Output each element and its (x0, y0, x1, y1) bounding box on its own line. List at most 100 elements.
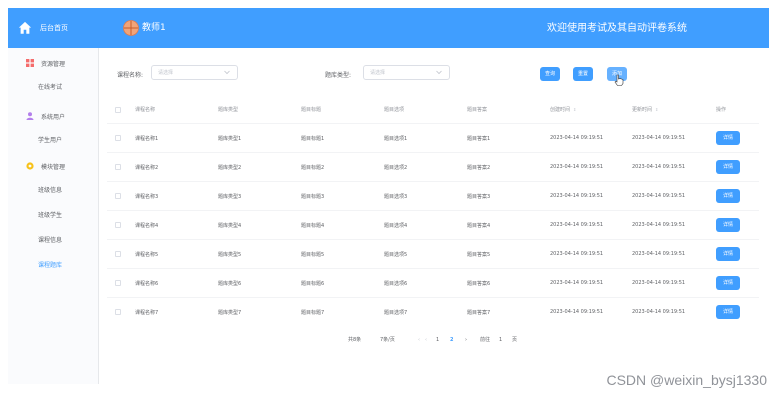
sidebar-item-course-info[interactable]: 课程信息 (8, 234, 99, 248)
sidebar-item-class-info[interactable]: 班级信息 (8, 184, 99, 198)
cell-options: 题目选项7 (384, 309, 408, 316)
cell-type: 题库类型5 (218, 251, 242, 258)
row-checkbox[interactable] (115, 164, 121, 170)
cell-actions: 详情 (716, 153, 740, 181)
question-type-label: 题库类型: (325, 72, 352, 79)
detail-button[interactable]: 详情 (716, 189, 740, 203)
detail-button[interactable]: 详情 (716, 160, 740, 174)
sidebar-item-question-bank[interactable]: 课程题库 (8, 259, 99, 273)
cell-title: 题目标题3 (301, 193, 325, 200)
home-link[interactable]: 后台首页 (8, 8, 99, 48)
table-row: 课程名称4 题库类型4 题目标题4 题目选项4 题目答案4 2023-04-14 09:1… (107, 210, 759, 239)
detail-button[interactable]: 详情 (716, 276, 740, 290)
sidebar: 后台首页 资源管理 在线考试 系统用户 学生用户 模块管理 班级信息 班级学生 … (8, 8, 99, 384)
search-bar: 课程名称: 请选择 题库类型: 请选择 查询 重置 添加 (99, 48, 769, 88)
table-header: 课程名称 题库类型 题目标题 题目选项 题目答案 创建时间 ⇕ 更新时间 ⇕ 操作 (107, 96, 759, 123)
total-count: 共8条 (348, 337, 362, 343)
col-title: 题目标题 (301, 107, 322, 113)
gear-icon (26, 162, 34, 170)
sidebar-item-class-students[interactable]: 班级学生 (8, 209, 99, 223)
chevron-down-icon (224, 70, 230, 75)
course-name-placeholder: 请选择 (158, 70, 174, 76)
cell-options: 题目选项1 (384, 135, 408, 142)
cell-created: 2023-04-14 09:19:51 (550, 135, 604, 141)
col-answer: 题目答案 (467, 107, 488, 113)
menu-title-label: 资源管理 (41, 60, 66, 68)
cell-created: 2023-04-14 09:19:51 (550, 193, 604, 199)
cell-type: 题库类型1 (218, 135, 242, 142)
row-checkbox[interactable] (115, 222, 121, 228)
cell-answer: 题目答案5 (467, 251, 491, 258)
menu-group-users: 系统用户 学生用户 (8, 109, 99, 148)
cell-options: 题目选项5 (384, 251, 408, 258)
cell-type: 题库类型3 (218, 193, 242, 200)
user-name: 教师1 (142, 23, 166, 33)
col-type: 题库类型 (218, 107, 239, 113)
row-checkbox[interactable] (115, 309, 121, 315)
cell-created: 2023-04-14 09:19:51 (550, 164, 604, 170)
cell-title: 题目标题5 (301, 251, 325, 258)
page-size-select[interactable]: 7条/页 (380, 334, 395, 346)
select-all-checkbox[interactable] (115, 106, 121, 113)
page-2[interactable]: 2 (450, 334, 453, 346)
cell-updated: 2023-04-14 09:19:51 (632, 193, 686, 199)
cell-updated: 2023-04-14 09:19:51 (632, 309, 686, 315)
course-name-label: 课程名称: (117, 72, 144, 79)
sort-icon[interactable]: ⇕ (573, 107, 576, 112)
cell-course-name: 课程名称1 (135, 135, 159, 142)
menu-title-label: 系统用户 (41, 113, 66, 121)
cell-title: 题目标题4 (301, 222, 325, 229)
menu-title-modules[interactable]: 模块管理 (8, 159, 99, 173)
menu-title-users[interactable]: 系统用户 (8, 109, 99, 123)
col-created[interactable]: 创建时间 ⇕ (550, 96, 576, 123)
row-checkbox[interactable] (115, 280, 121, 286)
cell-created: 2023-04-14 09:19:51 (550, 309, 604, 315)
cell-answer: 题目答案6 (467, 280, 491, 287)
row-checkbox[interactable] (115, 193, 121, 199)
chevron-right-icon[interactable]: › (465, 334, 467, 346)
detail-button[interactable]: 详情 (716, 305, 740, 319)
page-1[interactable]: 1 (436, 334, 439, 346)
col-updated[interactable]: 更新时间 ⇕ (632, 96, 658, 123)
menu-title-resources[interactable]: 资源管理 (8, 56, 99, 70)
col-actions: 操作 (716, 107, 727, 113)
question-type-select[interactable]: 请选择 (363, 65, 450, 80)
cell-type: 题库类型7 (218, 309, 242, 316)
chevron-left-icon[interactable]: ‹ (418, 334, 420, 346)
cell-options: 题目选项3 (384, 193, 408, 200)
sidebar-item-online-exam[interactable]: 在线考试 (8, 81, 99, 95)
course-name-select[interactable]: 请选择 (151, 65, 238, 80)
watermark: CSDN @weixin_bysj1330 (606, 372, 767, 388)
cell-updated: 2023-04-14 09:19:51 (632, 164, 686, 170)
row-checkbox[interactable] (115, 135, 121, 141)
goto-input[interactable]: 1 (499, 334, 502, 346)
menu-group-resources: 资源管理 在线考试 (8, 56, 99, 95)
table-row: 课程名称7 题库类型7 题目标题7 题目选项7 题目答案7 2023-04-14 09:1… (107, 297, 759, 326)
chevron-left-icon[interactable]: ‹ (425, 334, 427, 346)
cell-options: 题目选项2 (384, 164, 408, 171)
avatar[interactable] (123, 20, 139, 36)
cell-updated: 2023-04-14 09:19:51 (632, 280, 686, 286)
menu-group-modules: 模块管理 班级信息 班级学生 课程信息 课程题库 (8, 159, 99, 273)
table-row: 课程名称1 题库类型1 题目标题1 题目选项1 题目答案1 2023-04-14 09:1… (107, 123, 759, 152)
detail-button[interactable]: 详情 (716, 247, 740, 261)
detail-button[interactable]: 详情 (716, 218, 740, 232)
question-table: 课程名称 题库类型 题目标题 题目选项 题目答案 创建时间 ⇕ 更新时间 ⇕ 操作 … (107, 96, 759, 326)
chevron-down-icon (436, 70, 442, 75)
cell-answer: 题目答案3 (467, 193, 491, 200)
query-button[interactable]: 查询 (540, 67, 560, 81)
detail-button[interactable]: 详情 (716, 131, 740, 145)
table-row: 课程名称3 题库类型3 题目标题3 题目选项3 题目答案3 2023-04-14 09:1… (107, 181, 759, 210)
reset-button[interactable]: 重置 (573, 67, 593, 81)
cell-course-name: 课程名称6 (135, 280, 159, 287)
col-updated-label: 更新时间 (632, 107, 653, 113)
cell-actions: 详情 (716, 269, 740, 297)
question-type-placeholder: 请选择 (370, 70, 386, 76)
cell-created: 2023-04-14 09:19:51 (550, 251, 604, 257)
row-checkbox[interactable] (115, 251, 121, 257)
cell-actions: 详情 (716, 124, 740, 152)
sidebar-item-student-users[interactable]: 学生用户 (8, 134, 99, 148)
cell-actions: 详情 (716, 182, 740, 210)
sort-icon[interactable]: ⇕ (655, 107, 658, 112)
cell-options: 题目选项4 (384, 222, 408, 229)
